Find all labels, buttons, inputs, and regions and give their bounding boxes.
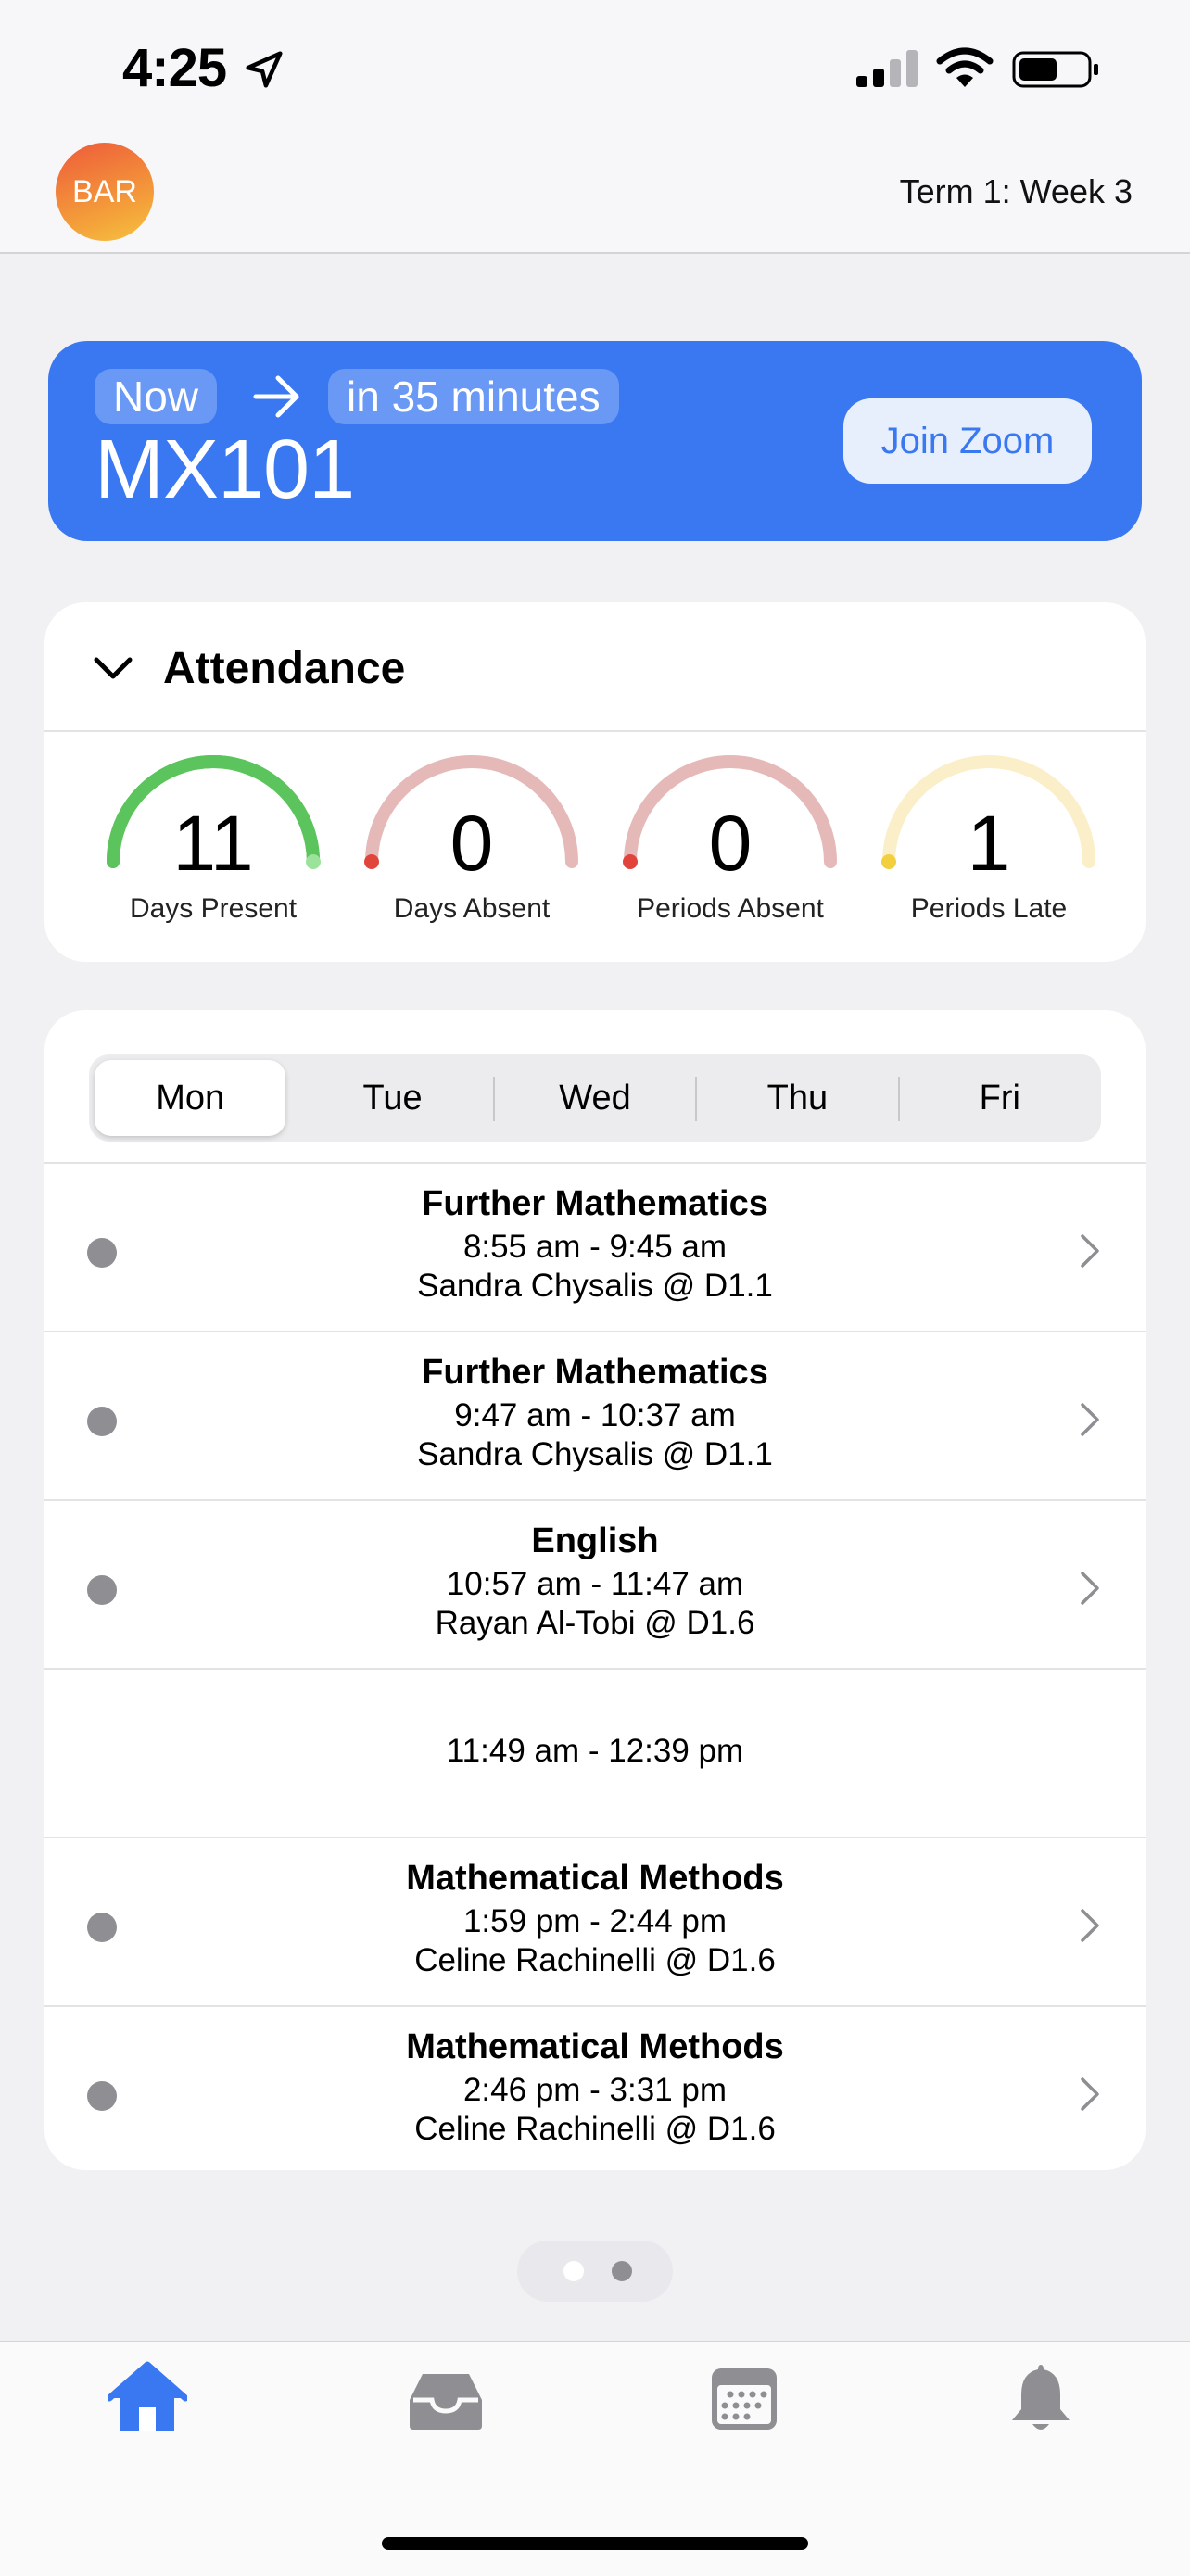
chevron-down-icon: [94, 657, 133, 679]
header-bar: 4:25 BAR Term 1: Week 3: [0, 0, 1190, 254]
period-time: 2:46 pm - 3:31 pm: [462, 2072, 728, 2108]
period-time: 10:57 am - 11:47 am: [446, 1566, 744, 1602]
page-indicator[interactable]: [517, 2241, 673, 2302]
attendance-gauge: 0 Periods Absent: [615, 751, 845, 936]
free-period-row: 11:49 am - 12:39 pm: [44, 1668, 1146, 1837]
period-teacher-room: Rayan Al-Tobi @ D1.6: [435, 1605, 755, 1641]
join-zoom-button[interactable]: Join Zoom: [843, 398, 1092, 484]
gauge-value: 11: [172, 800, 254, 887]
gauge-value: 0: [449, 800, 494, 887]
attendance-title: Attendance: [163, 644, 406, 693]
period-subject: English: [531, 1522, 659, 1560]
segment-divider: [897, 1077, 900, 1121]
term-week-label: Term 1: Week 3: [899, 172, 1133, 210]
gauge-value: 1: [967, 800, 1011, 887]
wifi-icon: [936, 47, 994, 87]
chevron-right-icon: [1081, 2077, 1099, 2111]
period-teacher-room: Sandra Chysalis @ D1.1: [417, 1268, 773, 1304]
location-arrow-icon: [246, 51, 283, 88]
status-time: 4:25: [122, 38, 227, 98]
tab-day-thu[interactable]: Thu: [702, 1060, 892, 1136]
attendance-gauge: 1 Periods Late: [874, 751, 1104, 936]
attendance-card: Attendance 11 Days Present 0 Days Absent 0 Pe…: [44, 602, 1146, 962]
chevron-right-icon: [1081, 1234, 1099, 1268]
calendar-icon[interactable]: [704, 2361, 784, 2435]
current-class-card[interactable]: Now in 35 minutes MX101 Join Zoom: [48, 341, 1142, 541]
bell-icon[interactable]: [1001, 2361, 1081, 2435]
tab-day-fri[interactable]: Fri: [905, 1060, 1095, 1136]
gauge-label: Periods Late: [910, 893, 1068, 924]
period-teacher-room: Celine Rachinelli @ D1.6: [414, 1942, 776, 1978]
period-time: 9:47 am - 10:37 am: [454, 1397, 736, 1433]
now-chip: Now: [95, 369, 218, 424]
arrow-right-icon: [253, 375, 299, 418]
chevron-right-icon: [1081, 1909, 1099, 1942]
period-teacher-room: Sandra Chysalis @ D1.1: [417, 1436, 773, 1472]
avatar[interactable]: BAR: [56, 143, 154, 241]
tab-day-wed[interactable]: Wed: [500, 1060, 690, 1136]
period-subject: Mathematical Methods: [406, 1859, 784, 1898]
period-row[interactable]: English 10:57 am - 11:47 am Rayan Al-Tobi …: [44, 1499, 1146, 1668]
page-dot: [612, 2261, 632, 2281]
period-row[interactable]: Mathematical Methods 1:59 pm - 2:44 pm Cel…: [44, 1837, 1146, 2005]
period-row[interactable]: Further Mathematics 8:55 am - 9:45 am Sand…: [44, 1162, 1146, 1331]
attendance-gauge: 0 Days Absent: [357, 751, 587, 936]
cellular-signal-icon: [856, 50, 918, 87]
gauge-label: Periods Absent: [637, 893, 824, 924]
attendance-header[interactable]: Attendance: [44, 602, 1146, 732]
period-teacher-room: Celine Rachinelli @ D1.6: [414, 2111, 776, 2147]
period-subject: Further Mathematics: [422, 1353, 768, 1392]
page-dot: [563, 2261, 584, 2281]
period-list: Further Mathematics 8:55 am - 9:45 am Sand…: [44, 1162, 1146, 2170]
period-time: 11:49 am - 12:39 pm: [446, 1733, 744, 1769]
period-row[interactable]: Mathematical Methods 2:46 pm - 3:31 pm Cel…: [44, 2005, 1146, 2170]
period-time: 8:55 am - 9:45 am: [462, 1229, 728, 1265]
countdown-chip: in 35 minutes: [328, 369, 619, 424]
period-subject: Mathematical Methods: [406, 2027, 784, 2066]
chevron-right-icon: [1081, 1403, 1099, 1436]
segment-divider: [695, 1077, 698, 1121]
tab-day-tue[interactable]: Tue: [297, 1060, 487, 1136]
period-time: 1:59 pm - 2:44 pm: [462, 1903, 728, 1939]
day-selector: Mon Tue Wed Thu Fri: [89, 1054, 1101, 1142]
period-row[interactable]: Further Mathematics 9:47 am - 10:37 am San…: [44, 1331, 1146, 1499]
home-indicator: [382, 2537, 808, 2550]
attendance-gauge: 11 Days Present: [98, 751, 328, 936]
gauge-label: Days Present: [129, 893, 298, 924]
gauge-label: Days Absent: [393, 893, 551, 924]
battery-icon: [1012, 51, 1098, 88]
timetable-card: Mon Tue Wed Thu Fri Further Mathematics 8:55 …: [44, 1010, 1146, 2170]
home-icon[interactable]: [108, 2361, 187, 2435]
gauge-value: 0: [708, 800, 753, 887]
segment-divider: [492, 1077, 495, 1121]
tab-day-mon[interactable]: Mon: [95, 1060, 286, 1136]
period-subject: Further Mathematics: [422, 1184, 768, 1223]
course-code: MX101: [95, 423, 355, 516]
chevron-right-icon: [1081, 1572, 1099, 1605]
inbox-tray-icon[interactable]: [406, 2361, 486, 2435]
